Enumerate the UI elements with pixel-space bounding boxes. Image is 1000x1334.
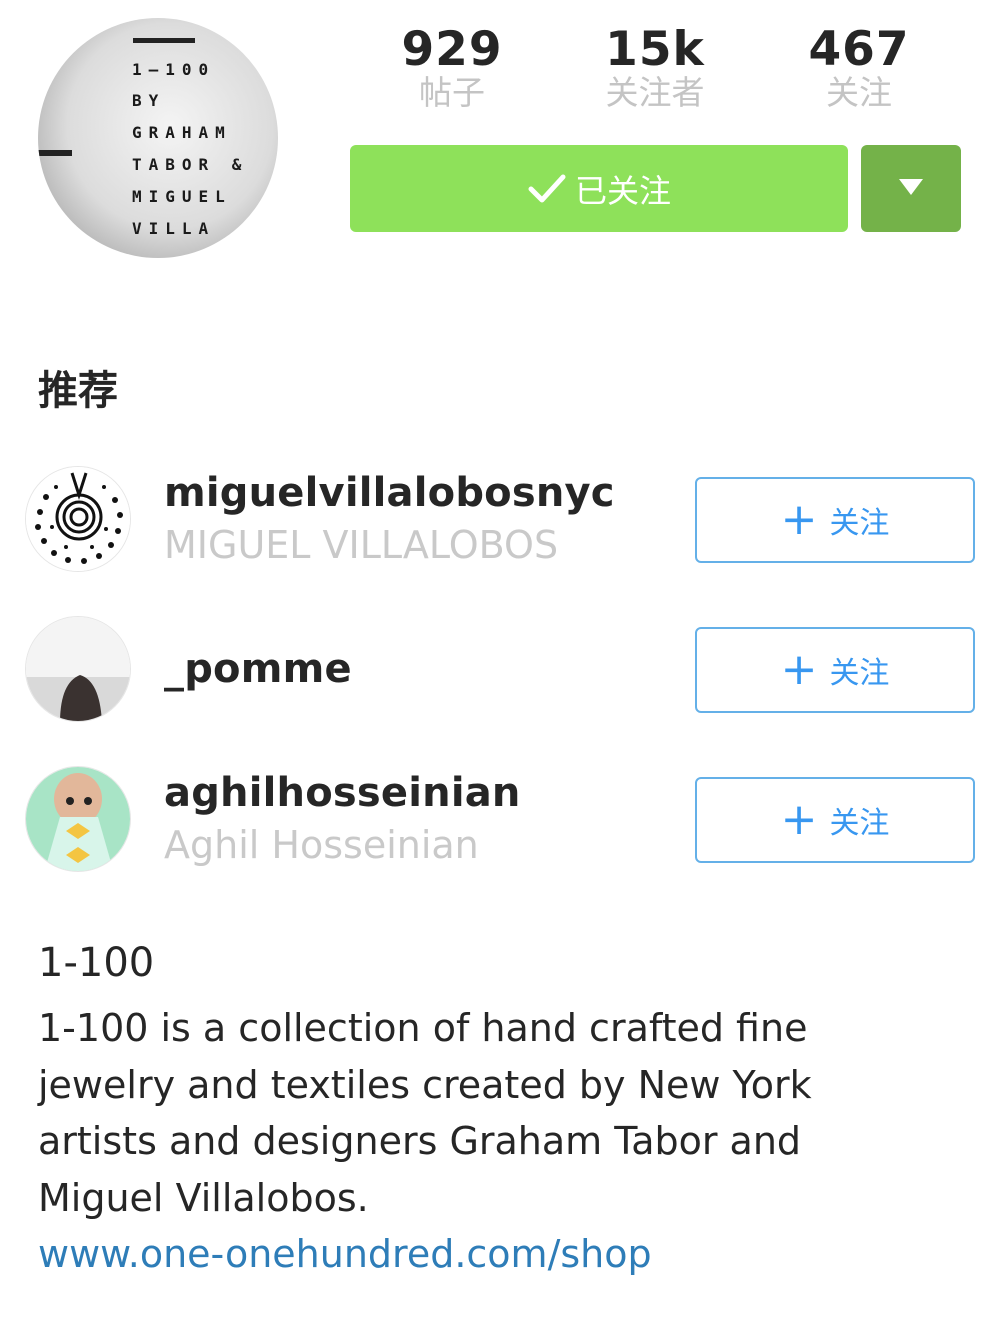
suggestion-username[interactable]: _pomme <box>164 646 352 692</box>
suggestion-fullname: Aghil Hosseinian <box>164 823 479 867</box>
plus-icon: + <box>780 644 818 695</box>
svg-text:TABOR &: TABOR & <box>132 155 248 174</box>
plus-icon: + <box>780 794 818 845</box>
svg-text:1—100: 1—100 <box>132 60 215 79</box>
posts-label: 帖子 <box>419 73 485 112</box>
suggestions-dropdown-button[interactable] <box>861 145 961 232</box>
svg-text:GRAHAM: GRAHAM <box>132 123 232 142</box>
svg-text:VILLA: VILLA <box>132 219 215 238</box>
stat-posts[interactable]: 929 帖子 <box>362 22 542 112</box>
follow-button[interactable]: + 关注 <box>695 627 975 713</box>
following-button[interactable]: 已关注 <box>350 145 848 232</box>
followers-label: 关注者 <box>605 73 705 112</box>
bio-name: 1-100 <box>38 940 155 986</box>
follow-button-label: 关注 <box>829 806 890 841</box>
check-icon <box>527 172 567 206</box>
svg-text:MIGUEL: MIGUEL <box>132 187 232 206</box>
suggestion-username[interactable]: aghilhosseinian <box>164 770 521 816</box>
followers-count: 15k <box>605 22 705 77</box>
follow-button[interactable]: + 关注 <box>695 477 975 563</box>
caret-down-icon <box>898 178 924 200</box>
suggestion-avatar[interactable] <box>25 766 131 872</box>
suggestion-row: miguelvillalobosnyc MIGUEL VILLALOBOS + … <box>0 466 1000 576</box>
suggestion-avatar[interactable] <box>25 466 131 572</box>
bio-text: 1-100 is a collection of hand crafted fi… <box>38 1006 812 1220</box>
svg-text:BY: BY <box>132 91 165 110</box>
suggestion-fullname: MIGUEL VILLALOBOS <box>164 523 559 567</box>
posts-count: 929 <box>401 22 503 77</box>
following-count: 467 <box>808 22 910 77</box>
stat-following[interactable]: 467 关注 <box>769 22 949 112</box>
following-label: 关注 <box>826 73 892 112</box>
plus-icon: + <box>780 494 818 545</box>
follow-button-label: 关注 <box>829 506 890 541</box>
suggestion-row: aghilhosseinian Aghil Hosseinian + 关注 <box>0 766 1000 876</box>
following-button-label: 已关注 <box>574 171 671 210</box>
bio-link[interactable]: www.one-onehundred.com/shop <box>38 1232 652 1276</box>
follow-button-label: 关注 <box>829 656 890 691</box>
follow-button[interactable]: + 关注 <box>695 777 975 863</box>
suggestion-username[interactable]: miguelvillalobosnyc <box>164 470 615 516</box>
suggestion-avatar[interactable] <box>25 616 131 722</box>
avatar-logo-image: 1—100 BY GRAHAM TABOR & MIGUEL VILLA <box>38 38 248 238</box>
suggestions-title: 推荐 <box>38 368 118 414</box>
profile-avatar[interactable]: 1—100 BY GRAHAM TABOR & MIGUEL VILLA <box>38 18 278 258</box>
stat-followers[interactable]: 15k 关注者 <box>565 22 745 112</box>
suggestion-row: _pomme + 关注 <box>0 616 1000 726</box>
